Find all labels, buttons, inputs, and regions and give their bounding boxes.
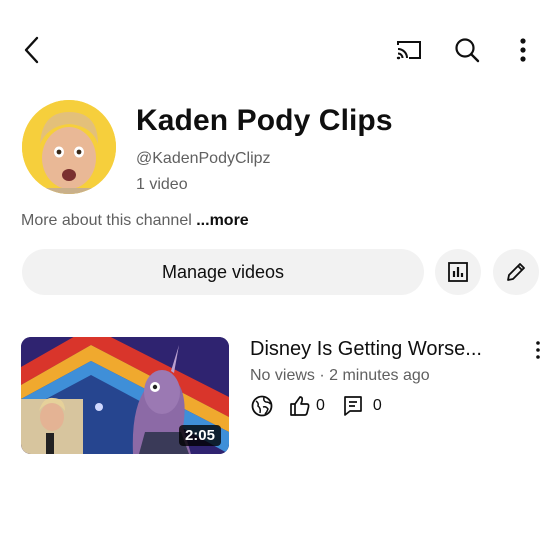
edit-channel-button[interactable]	[493, 249, 539, 295]
about-more-link[interactable]: ...more	[196, 212, 248, 229]
thumbs-up-icon	[288, 394, 312, 418]
video-count: 1 video	[136, 176, 188, 193]
back-button[interactable]	[14, 32, 50, 68]
like-button[interactable]: 0	[288, 394, 325, 418]
video-options-button[interactable]	[526, 338, 550, 362]
channel-name: Kaden Pody Clips	[136, 104, 393, 137]
video-duration: 2:05	[178, 425, 221, 446]
about-text: More about this channel	[21, 212, 192, 229]
video-stats: 0 0	[250, 394, 382, 418]
search-icon	[454, 37, 480, 63]
analytics-icon	[447, 261, 469, 283]
search-button[interactable]	[448, 32, 486, 68]
video-thumbnail[interactable]: 2:05	[21, 337, 229, 454]
comment-icon	[341, 394, 365, 418]
cast-icon	[395, 39, 423, 61]
globe-icon	[250, 394, 274, 418]
comments-button[interactable]: 0	[341, 394, 382, 418]
channel-about-link[interactable]: More about this channel ...more	[21, 212, 249, 230]
arrow-left-icon	[22, 35, 42, 65]
manage-videos-button[interactable]: Manage videos	[22, 249, 424, 295]
video-meta: No views · 2 minutes ago	[250, 367, 430, 384]
like-count: 0	[316, 397, 325, 414]
analytics-button[interactable]	[435, 249, 481, 295]
video-title[interactable]: Disney Is Getting Worse...	[250, 338, 482, 361]
channel-avatar[interactable]	[22, 100, 116, 194]
channel-handle: @KadenPodyClipz	[136, 150, 271, 167]
more-vertical-icon	[536, 341, 540, 359]
pencil-icon	[504, 260, 528, 284]
cast-button[interactable]	[390, 32, 428, 68]
comment-count: 0	[372, 397, 382, 414]
more-options-button[interactable]	[508, 32, 538, 68]
more-vertical-icon	[520, 38, 526, 62]
